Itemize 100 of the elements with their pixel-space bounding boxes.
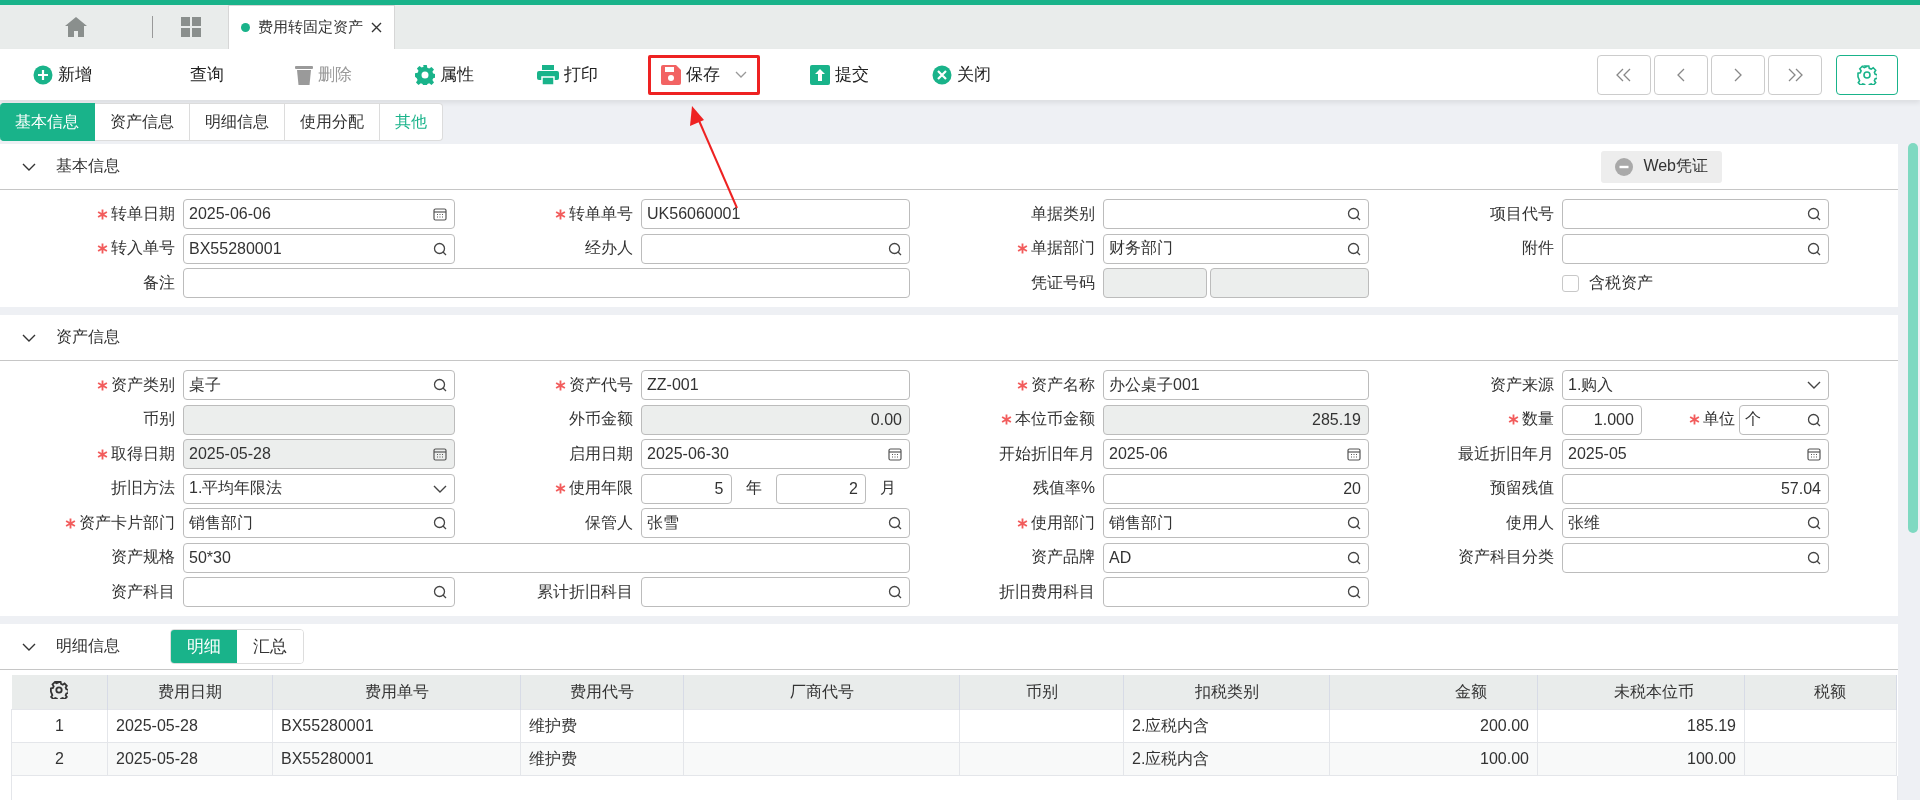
chevron-down-icon[interactable] bbox=[22, 641, 36, 652]
search-icon[interactable] bbox=[1807, 207, 1821, 221]
checkbox[interactable] bbox=[1562, 274, 1579, 292]
search-field[interactable] bbox=[1562, 233, 1829, 264]
home-icon[interactable] bbox=[65, 17, 87, 37]
search-icon[interactable] bbox=[1807, 241, 1821, 256]
column-header[interactable]: 税额 bbox=[1744, 675, 1897, 710]
toolbar-button[interactable]: 打印 bbox=[524, 54, 611, 95]
field-label: 启用日期 bbox=[569, 443, 633, 464]
column-header[interactable]: 未税本位币 bbox=[1537, 675, 1745, 710]
calendar-icon[interactable] bbox=[433, 207, 447, 221]
search-field[interactable]: AD bbox=[1103, 542, 1369, 573]
select-field[interactable]: 1.平均年限法 bbox=[183, 473, 455, 504]
search-field[interactable] bbox=[1562, 199, 1829, 229]
column-header[interactable]: 费用日期 bbox=[107, 675, 273, 710]
column-header[interactable]: 币别 bbox=[959, 675, 1124, 710]
search-field[interactable]: 张维 bbox=[1562, 508, 1829, 538]
section-tab[interactable]: 明细信息 bbox=[190, 103, 285, 141]
field-label: 残值率% bbox=[1032, 478, 1095, 498]
search-field[interactable] bbox=[183, 577, 455, 607]
number-field[interactable]: 20 bbox=[1103, 473, 1369, 504]
search-field[interactable]: 销售部门 bbox=[1103, 508, 1369, 538]
field-label: 资产来源 bbox=[1490, 374, 1554, 395]
status-dot bbox=[241, 23, 250, 32]
web-voucher-button[interactable]: Web凭证 bbox=[1601, 150, 1722, 183]
search-icon[interactable] bbox=[1347, 585, 1361, 599]
search-icon[interactable] bbox=[1807, 412, 1821, 427]
toolbar-button[interactable]: 新增 bbox=[20, 54, 105, 95]
date-field[interactable]: 2025-05 bbox=[1562, 439, 1829, 469]
calendar-icon[interactable] bbox=[888, 447, 902, 461]
text-field[interactable]: 50*30 bbox=[183, 542, 910, 573]
number-field[interactable]: 1.000 bbox=[1562, 404, 1642, 435]
chevron-down-icon[interactable] bbox=[433, 483, 447, 494]
close-icon[interactable] bbox=[371, 22, 382, 33]
search-icon[interactable] bbox=[433, 378, 447, 392]
table-cell: BX55280001 bbox=[272, 742, 521, 776]
search-icon[interactable] bbox=[433, 241, 447, 256]
search-field[interactable]: 财务部门 bbox=[1103, 233, 1369, 264]
search-field[interactable] bbox=[641, 233, 910, 264]
date-field[interactable]: 2025-06 bbox=[1103, 439, 1369, 469]
search-field[interactable]: 销售部门 bbox=[183, 508, 455, 538]
search-icon[interactable] bbox=[1347, 550, 1361, 565]
search-icon[interactable] bbox=[1347, 516, 1361, 530]
unit-label: 年 bbox=[744, 478, 763, 498]
toolbar-button[interactable]: 属性 bbox=[402, 54, 487, 95]
search-icon[interactable] bbox=[1807, 516, 1821, 530]
column-header[interactable]: 费用单号 bbox=[272, 675, 521, 710]
select-field[interactable]: 1.购入 bbox=[1562, 370, 1829, 400]
column-header[interactable]: 扣税类别 bbox=[1123, 675, 1330, 710]
search-icon[interactable] bbox=[433, 585, 447, 599]
column-header[interactable]: 厂商代号 bbox=[683, 675, 960, 710]
chevron-down-icon[interactable] bbox=[22, 332, 36, 343]
text-field[interactable] bbox=[183, 268, 910, 298]
field-label: 币别 bbox=[143, 409, 175, 429]
search-icon[interactable] bbox=[888, 585, 902, 599]
search-icon[interactable] bbox=[1347, 207, 1361, 221]
grid-icon[interactable] bbox=[180, 17, 201, 37]
chevron-down-icon[interactable] bbox=[22, 161, 36, 172]
toolbar-button[interactable]: 提交 bbox=[797, 54, 882, 95]
search-field[interactable] bbox=[1103, 199, 1369, 229]
toolbar-button[interactable]: 查询 bbox=[177, 54, 237, 95]
text-field[interactable]: UK56060001 bbox=[641, 199, 910, 229]
chevron-down-icon[interactable] bbox=[1807, 380, 1821, 390]
scrollbar-thumb[interactable] bbox=[1908, 143, 1918, 533]
table-cell: 维护费 bbox=[520, 742, 684, 776]
calendar-icon[interactable] bbox=[1347, 447, 1361, 461]
table-cell: 2025-05-28 bbox=[107, 742, 273, 776]
gear-icon[interactable] bbox=[50, 681, 69, 699]
search-icon[interactable] bbox=[1807, 550, 1821, 565]
settings-button[interactable] bbox=[1836, 54, 1898, 95]
toolbar-button[interactable]: 关闭 bbox=[919, 54, 1004, 95]
field-label: 经办人 bbox=[585, 238, 633, 258]
section-tab[interactable]: 使用分配 bbox=[285, 103, 380, 141]
text-field[interactable]: 办公桌子001 bbox=[1103, 370, 1369, 400]
calendar-icon[interactable] bbox=[1807, 447, 1821, 461]
required-asterisk-icon bbox=[1689, 414, 1701, 425]
search-field[interactable] bbox=[1103, 577, 1369, 607]
section-tab[interactable]: 资产信息 bbox=[95, 103, 190, 141]
search-field[interactable]: BX55280001 bbox=[183, 233, 455, 264]
search-field[interactable]: 张雪 bbox=[641, 508, 910, 538]
date-field[interactable]: 2025-06-30 bbox=[641, 439, 910, 469]
column-header[interactable]: 费用代号 bbox=[520, 675, 684, 710]
field-label: 资产规格 bbox=[111, 547, 175, 567]
date-field[interactable]: 2025-06-06 bbox=[183, 199, 455, 229]
search-field[interactable]: 个 bbox=[1739, 404, 1829, 435]
number-field[interactable]: 5 bbox=[641, 473, 732, 504]
toolbar-button[interactable]: 保存 bbox=[648, 54, 760, 95]
required-asterisk-icon bbox=[555, 208, 566, 220]
number-field[interactable]: 2 bbox=[775, 473, 866, 504]
search-icon[interactable] bbox=[433, 516, 447, 530]
search-field[interactable] bbox=[1562, 542, 1829, 573]
search-field[interactable]: 桌子 bbox=[183, 370, 455, 400]
number-field[interactable]: 57.04 bbox=[1562, 473, 1829, 504]
search-icon[interactable] bbox=[888, 241, 902, 256]
document-tab[interactable]: 费用转固定资产 bbox=[228, 5, 395, 49]
column-header[interactable]: 金额 bbox=[1329, 675, 1538, 710]
search-field[interactable] bbox=[641, 577, 910, 607]
search-icon[interactable] bbox=[888, 516, 902, 530]
text-field[interactable]: ZZ-001 bbox=[641, 370, 910, 400]
search-icon[interactable] bbox=[1347, 241, 1361, 256]
